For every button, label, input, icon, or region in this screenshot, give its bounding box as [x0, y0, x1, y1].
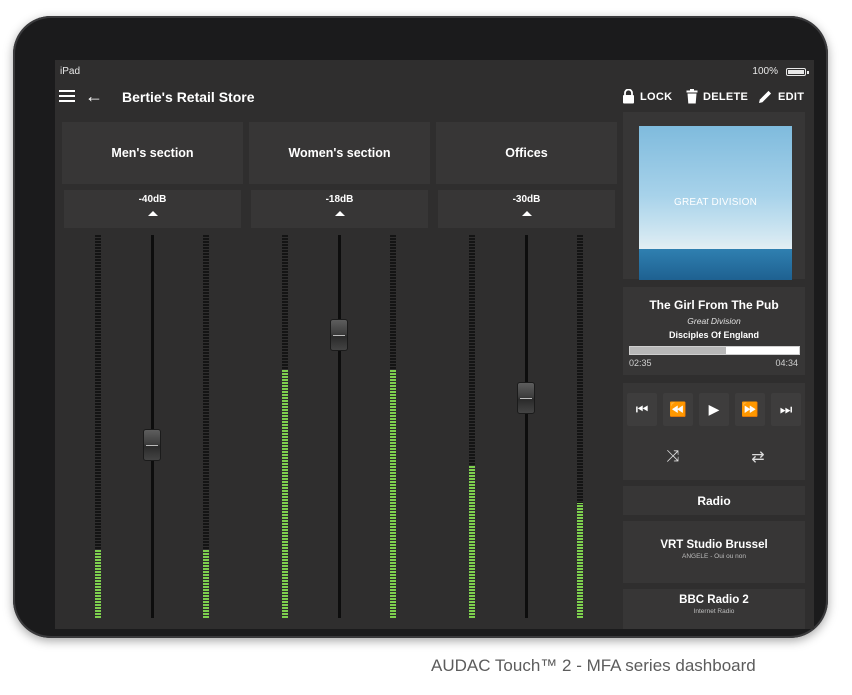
caption: AUDAC Touch™ 2 - MFA series dashboard [431, 656, 756, 675]
top-bar: ← Bertie's Retail Store LOCK DELETE EDIT [55, 82, 814, 112]
triangle-up-icon [521, 211, 532, 216]
fast-forward-icon: ⏩ [741, 401, 759, 417]
track-title: The Girl From The Pub [649, 298, 779, 312]
edit-button[interactable]: EDIT [758, 89, 804, 104]
hamburger-icon[interactable] [59, 90, 75, 104]
album-art-panel: GREAT DIVISION [623, 112, 805, 280]
previous-button[interactable]: ⏮ [627, 393, 657, 426]
progress-bar[interactable] [629, 346, 800, 355]
zone-offices: Offices -30dB [436, 122, 617, 629]
battery-icon [786, 68, 809, 76]
trash-icon [686, 89, 698, 104]
zone-name[interactable]: Offices [436, 122, 617, 184]
level-meter-right [577, 235, 583, 618]
elapsed-time: 02:35 [629, 358, 652, 368]
ipad-frame: iPad 100% ← Bertie's Retail Store LOCK D… [13, 16, 828, 638]
volume-value: -40dB [138, 194, 167, 205]
meter-fill [577, 503, 583, 618]
triangle-up-icon [147, 211, 158, 216]
volume-fader-knob[interactable] [330, 319, 348, 351]
volume-fader-knob[interactable] [143, 429, 161, 461]
station-name: BBC Radio 2 [679, 594, 749, 606]
station-subtitle: ANGELE - Oui ou non [682, 553, 746, 560]
zone-mens-section: Men's section -40dB [62, 122, 243, 629]
volume-readout[interactable]: -30dB [438, 190, 615, 228]
meter-fill [390, 369, 396, 618]
device-name: iPad [60, 66, 81, 77]
meter-fill [203, 549, 209, 618]
fader-track [151, 235, 154, 618]
play-icon: ▶ [708, 401, 720, 417]
edit-label: EDIT [778, 90, 805, 103]
pencil-icon [759, 90, 772, 103]
zone-womens-section: Women's section -18dB [249, 122, 430, 629]
fader-track [338, 235, 341, 618]
meter-fill [282, 369, 288, 618]
skip-next-icon: ⏭ [779, 401, 793, 417]
fader-track [525, 235, 528, 618]
triangle-up-icon [334, 211, 345, 216]
meter-fill [469, 464, 475, 618]
play-button[interactable]: ▶ [699, 393, 729, 426]
transport-controls: ⏮ ⏪ ▶ ⏩ ⏭ [623, 383, 805, 436]
level-meter-left [469, 235, 475, 618]
radio-station[interactable]: BBC Radio 2 Internet Radio [623, 589, 805, 629]
player-panel: GREAT DIVISION The Girl From The Pub Gre… [623, 112, 814, 629]
station-subtitle: Internet Radio [693, 608, 735, 615]
lock-icon [623, 89, 634, 104]
level-meter-right [203, 235, 209, 618]
zone-name[interactable]: Men's section [62, 122, 243, 184]
battery-percentage: 100% [752, 66, 778, 77]
rewind-button[interactable]: ⏪ [663, 393, 693, 426]
total-time: 04:34 [775, 358, 798, 368]
lock-label: LOCK [640, 90, 673, 103]
shuffle-button[interactable]: ⤨ [658, 442, 688, 472]
page-title: Bertie's Retail Store [122, 89, 255, 105]
back-arrow-icon[interactable]: ← [85, 86, 103, 106]
repeat-icon: ⇄ [751, 449, 765, 466]
volume-readout[interactable]: -18dB [251, 190, 428, 228]
now-playing: The Girl From The Pub Great Division Dis… [623, 287, 805, 375]
lock-button[interactable]: LOCK [622, 89, 672, 104]
station-name: VRT Studio Brussel [660, 539, 768, 551]
fast-forward-button[interactable]: ⏩ [735, 393, 765, 426]
shuffle-icon: ⤨ [666, 448, 680, 465]
album-art-text: GREAT DIVISION [673, 197, 757, 208]
meter-fill [95, 549, 101, 618]
app-screen: iPad 100% ← Bertie's Retail Store LOCK D… [55, 60, 814, 629]
track-album: Disciples Of England [668, 330, 760, 340]
album-art: GREAT DIVISION [639, 126, 792, 280]
level-meter-left [95, 235, 101, 618]
volume-value: -30dB [512, 194, 541, 205]
skip-previous-icon: ⏮ [635, 401, 649, 417]
playback-modes: ⤨ ⇄ [623, 436, 805, 480]
radio-header[interactable]: Radio [623, 486, 805, 515]
track-artist: Great Division [687, 316, 741, 326]
radio-station[interactable]: VRT Studio Brussel ANGELE - Oui ou non [623, 521, 805, 583]
volume-fader-knob[interactable] [517, 382, 535, 414]
repeat-button[interactable]: ⇄ [743, 442, 773, 472]
level-meter-right [390, 235, 396, 618]
rewind-icon: ⏪ [669, 401, 687, 417]
delete-label: DELETE [703, 90, 749, 103]
delete-button[interactable]: DELETE [686, 89, 748, 104]
volume-readout[interactable]: -40dB [64, 190, 241, 228]
zone-name[interactable]: Women's section [249, 122, 430, 184]
zone-mixer: Men's section -40dB Women's section -18d… [62, 122, 622, 629]
progress-fill [630, 347, 727, 354]
next-button[interactable]: ⏭ [771, 393, 801, 426]
level-meter-left [282, 235, 288, 618]
volume-value: -18dB [325, 194, 354, 205]
status-bar: iPad 100% [55, 60, 814, 82]
